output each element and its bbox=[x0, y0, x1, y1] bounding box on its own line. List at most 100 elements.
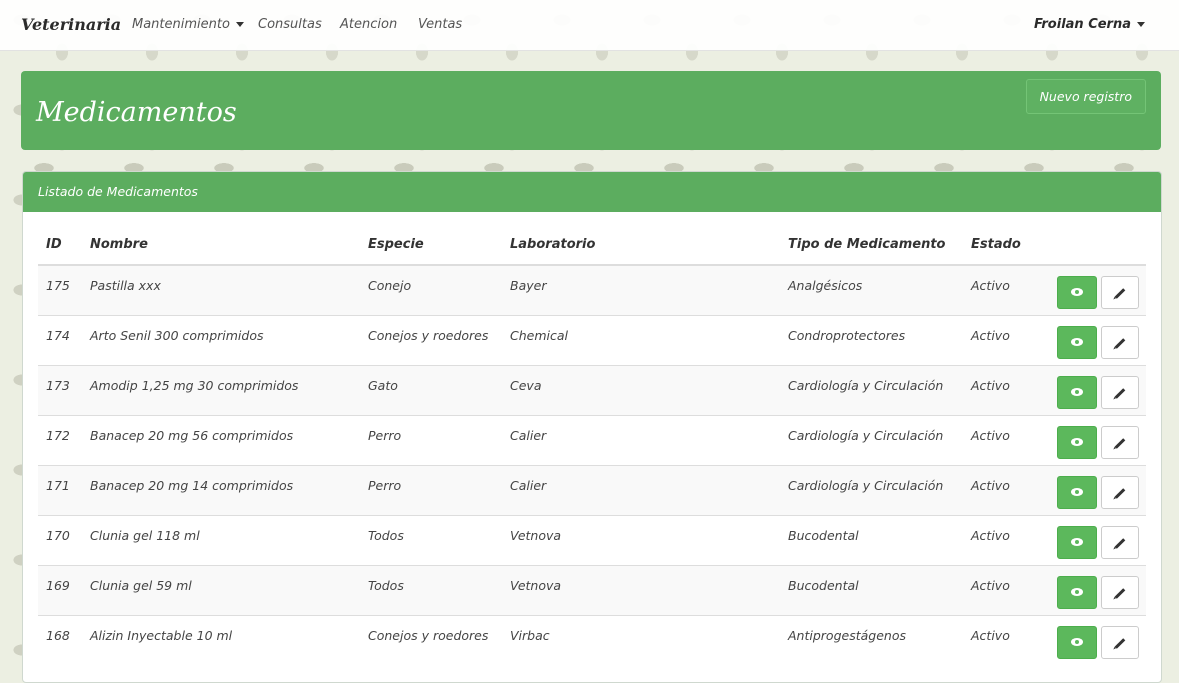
cell-actions bbox=[1049, 364, 1146, 415]
cell-nombre: Banacep 20 mg 14 comprimidos bbox=[82, 464, 360, 515]
view-button[interactable] bbox=[1057, 575, 1097, 609]
pencil-icon bbox=[1114, 437, 1126, 449]
edit-button[interactable] bbox=[1101, 625, 1139, 659]
medicamentos-table: ID Nombre Especie Laboratorio Tipo de Me… bbox=[38, 224, 1146, 665]
cell-id: 169 bbox=[38, 564, 82, 615]
edit-button[interactable] bbox=[1101, 325, 1139, 359]
cell-nombre: Clunia gel 59 ml bbox=[82, 564, 360, 615]
table-row: 172 Banacep 20 mg 56 comprimidos Perro Cali… bbox=[38, 414, 1146, 465]
nav-consultas[interactable]: Consultas bbox=[258, 17, 322, 32]
table-row: 168 Alizin Inyectable 10 ml Conejos y roed… bbox=[38, 614, 1146, 665]
cell-laboratorio: Bayer bbox=[502, 264, 780, 315]
navbar: Veterinaria Mantenimiento Consultas Aten… bbox=[0, 0, 1179, 51]
column-header-especie: Especie bbox=[360, 224, 502, 266]
brand-logo[interactable]: Veterinaria bbox=[21, 15, 121, 34]
caret-down-icon bbox=[235, 22, 244, 27]
cell-actions bbox=[1049, 264, 1146, 315]
pencil-icon bbox=[1114, 487, 1126, 499]
cell-actions bbox=[1049, 464, 1146, 515]
eye-icon bbox=[1071, 337, 1083, 346]
cell-estado: Activo bbox=[963, 414, 1049, 465]
cell-actions bbox=[1049, 414, 1146, 465]
cell-especie: Gato bbox=[360, 364, 502, 415]
cell-id: 173 bbox=[38, 364, 82, 415]
cell-laboratorio: Vetnova bbox=[502, 564, 780, 615]
cell-actions bbox=[1049, 314, 1146, 365]
cell-laboratorio: Virbac bbox=[502, 614, 780, 665]
user-name: Froilan Cerna bbox=[1033, 17, 1131, 32]
pencil-icon bbox=[1114, 587, 1126, 599]
edit-button[interactable] bbox=[1101, 276, 1139, 309]
eye-icon bbox=[1071, 637, 1083, 646]
eye-icon bbox=[1071, 288, 1083, 296]
cell-id: 171 bbox=[38, 464, 82, 515]
cell-especie: Todos bbox=[360, 564, 502, 615]
edit-button[interactable] bbox=[1101, 575, 1139, 609]
cell-especie: Perro bbox=[360, 464, 502, 515]
page-title: Medicamentos bbox=[36, 97, 237, 128]
table-row: 174 Arto Senil 300 comprimidos Conejos y r… bbox=[38, 314, 1146, 365]
nav-ventas[interactable]: Ventas bbox=[418, 17, 462, 32]
column-header-estado: Estado bbox=[963, 224, 1049, 266]
table-row: 169 Clunia gel 59 ml Todos Vetnova Bucodenta… bbox=[38, 564, 1146, 615]
cell-tipo: Bucodental bbox=[780, 514, 963, 565]
table-header-row: ID Nombre Especie Laboratorio Tipo de Me… bbox=[38, 224, 1146, 266]
view-button[interactable] bbox=[1057, 276, 1097, 309]
column-header-tipo: Tipo de Medicamento bbox=[780, 224, 963, 266]
edit-button[interactable] bbox=[1101, 375, 1139, 409]
column-header-id: ID bbox=[38, 224, 82, 266]
edit-button[interactable] bbox=[1101, 475, 1139, 509]
cell-laboratorio: Calier bbox=[502, 464, 780, 515]
pencil-icon bbox=[1114, 637, 1126, 649]
user-menu[interactable]: Froilan Cerna bbox=[1034, 17, 1145, 32]
table-row: 175 Pastilla xxx Conejo Bayer Analgésicos Act… bbox=[38, 264, 1146, 315]
cell-tipo: Cardiología y Circulación bbox=[780, 464, 963, 515]
cell-tipo: Bucodental bbox=[780, 564, 963, 615]
view-button[interactable] bbox=[1057, 525, 1097, 559]
nav-atencion[interactable]: Atencion bbox=[340, 17, 397, 32]
cell-tipo: Cardiología y Circulación bbox=[780, 414, 963, 465]
cell-estado: Activo bbox=[963, 364, 1049, 415]
cell-actions bbox=[1049, 564, 1146, 615]
cell-especie: Conejos y roedores bbox=[360, 614, 502, 665]
cell-estado: Activo bbox=[963, 314, 1049, 365]
eye-icon bbox=[1071, 487, 1083, 496]
cell-laboratorio: Vetnova bbox=[502, 514, 780, 565]
view-button[interactable] bbox=[1057, 375, 1097, 409]
cell-tipo: Condroprotectores bbox=[780, 314, 963, 365]
cell-estado: Activo bbox=[963, 614, 1049, 665]
eye-icon bbox=[1071, 537, 1083, 546]
cell-id: 175 bbox=[38, 264, 82, 315]
pencil-icon bbox=[1114, 288, 1126, 299]
cell-laboratorio: Ceva bbox=[502, 364, 780, 415]
edit-button[interactable] bbox=[1101, 425, 1139, 459]
eye-icon bbox=[1071, 437, 1083, 446]
cell-id: 170 bbox=[38, 514, 82, 565]
table-row: 171 Banacep 20 mg 14 comprimidos Perro Cali… bbox=[38, 464, 1146, 515]
view-button[interactable] bbox=[1057, 325, 1097, 359]
column-header-laboratorio: Laboratorio bbox=[502, 224, 780, 266]
cell-laboratorio: Chemical bbox=[502, 314, 780, 365]
list-panel: Listado de Medicamentos ID Nombre Especi… bbox=[22, 171, 1162, 683]
cell-especie: Todos bbox=[360, 514, 502, 565]
cell-actions bbox=[1049, 514, 1146, 565]
cell-especie: Conejos y roedores bbox=[360, 314, 502, 365]
eye-icon bbox=[1071, 387, 1083, 396]
nav-mantenimiento-label: Mantenimiento bbox=[132, 17, 230, 32]
cell-estado: Activo bbox=[963, 464, 1049, 515]
view-button[interactable] bbox=[1057, 475, 1097, 509]
nav-mantenimiento[interactable]: Mantenimiento bbox=[132, 17, 244, 32]
cell-nombre: Pastilla xxx bbox=[82, 264, 360, 315]
edit-button[interactable] bbox=[1101, 525, 1139, 559]
pencil-icon bbox=[1114, 387, 1126, 399]
new-record-button[interactable]: Nuevo registro bbox=[1025, 79, 1146, 114]
cell-id: 168 bbox=[38, 614, 82, 665]
pencil-icon bbox=[1114, 337, 1126, 349]
view-button[interactable] bbox=[1057, 425, 1097, 459]
table-row: 170 Clunia gel 118 ml Todos Vetnova Bucodent… bbox=[38, 514, 1146, 565]
cell-actions bbox=[1049, 614, 1146, 665]
table-row: 173 Amodip 1,25 mg 30 comprimidos Gato Ceva… bbox=[38, 364, 1146, 415]
view-button[interactable] bbox=[1057, 625, 1097, 659]
cell-nombre: Arto Senil 300 comprimidos bbox=[82, 314, 360, 365]
cell-nombre: Amodip 1,25 mg 30 comprimidos bbox=[82, 364, 360, 415]
